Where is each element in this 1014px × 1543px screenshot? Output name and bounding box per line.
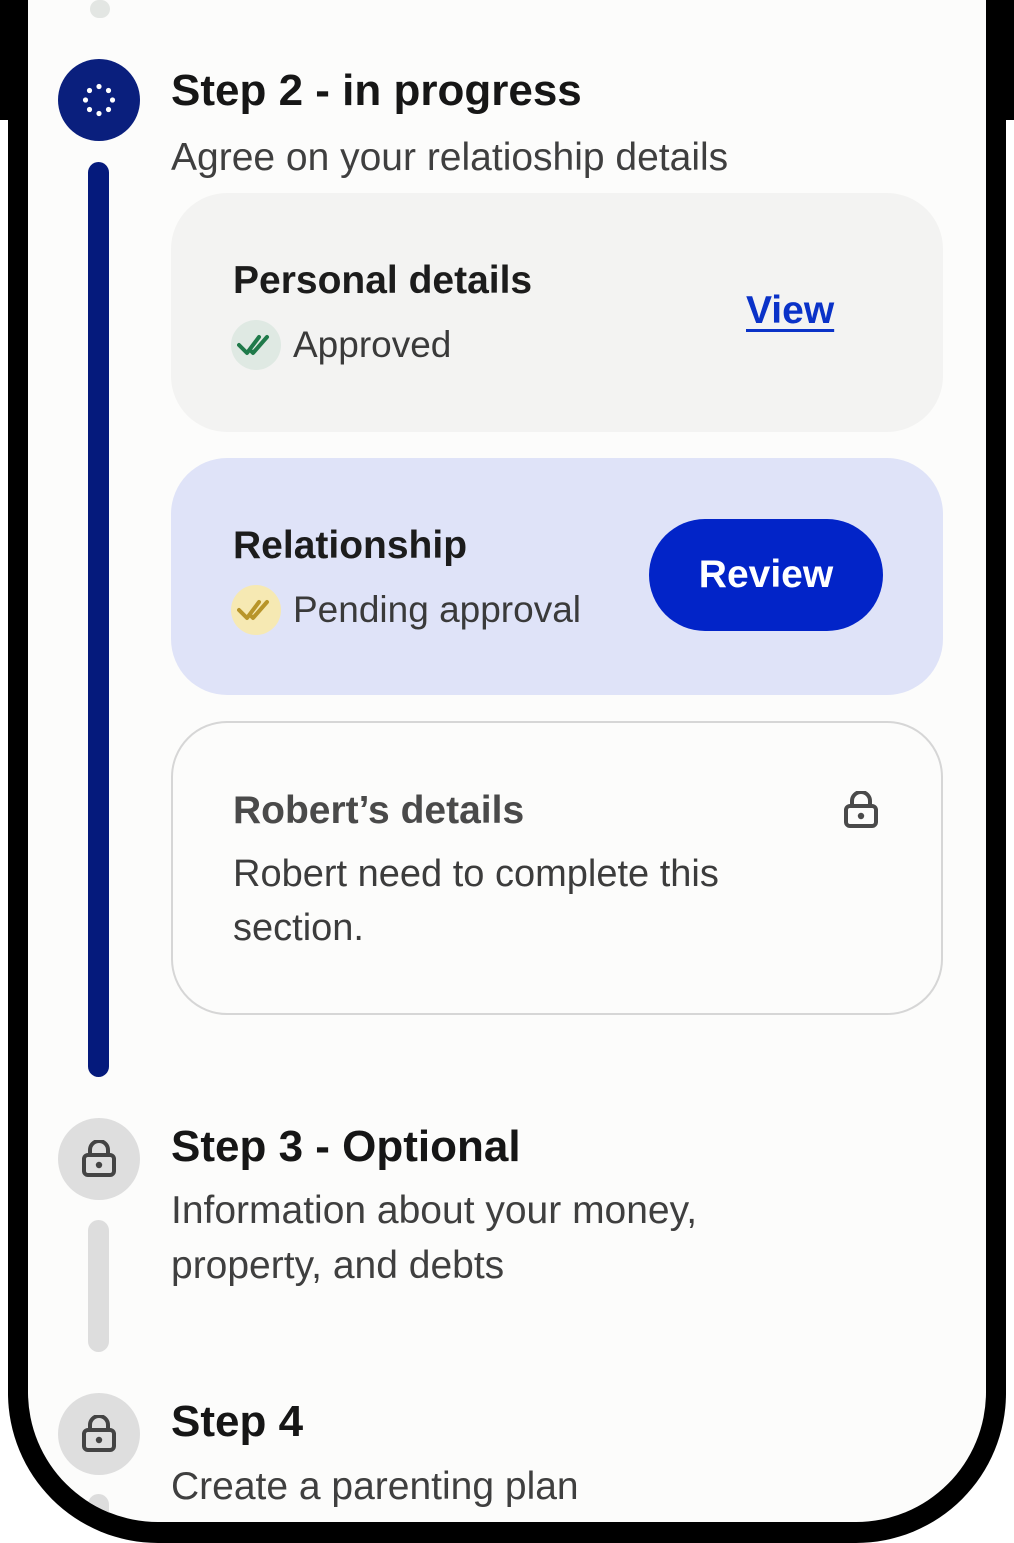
app-screen: Step 2 - in progress Agree on your relat… [28, 0, 986, 1522]
progress-spinner-icon [82, 83, 116, 117]
approved-status-label: Approved [293, 324, 452, 365]
view-personal-details-link[interactable]: View [746, 289, 834, 333]
timeline-connector-previous [90, 0, 110, 18]
timeline-connector-step3 [88, 1220, 109, 1352]
double-check-icon [231, 320, 281, 370]
personal-details-status: Approved [231, 320, 451, 370]
relationship-status: Pending approval [231, 585, 581, 635]
timeline-connector-step4 [88, 1494, 109, 1522]
roberts-details-card: Robert’s details Robert need to complete… [171, 721, 943, 1015]
lock-icon [843, 790, 879, 834]
lock-icon [82, 1140, 116, 1177]
personal-details-title: Personal details [233, 259, 533, 302]
lock-icon [82, 1415, 116, 1452]
pending-status-label: Pending approval [293, 589, 581, 630]
step3-title: Step 3 - Optional [171, 1122, 521, 1171]
step4-locked-indicator [58, 1393, 140, 1475]
relationship-title: Relationship [233, 524, 468, 567]
step2-title: Step 2 - in progress [171, 66, 582, 115]
double-check-icon [231, 585, 281, 635]
review-relationship-button[interactable]: Review [649, 519, 883, 631]
step4-title: Step 4 [171, 1397, 304, 1446]
roberts-details-message: Robert need to complete this section. [233, 853, 719, 949]
step2-subtitle: Agree on your relatioship details [171, 136, 729, 179]
personal-details-card: Personal details Approved View [171, 193, 943, 432]
roberts-details-title: Robert’s details [233, 789, 525, 832]
step3-locked-indicator [58, 1118, 140, 1200]
step4-subtitle: Create a parenting plan [171, 1465, 579, 1508]
step3-subtitle: Information about your money, property, … [171, 1189, 698, 1287]
timeline-connector-active [88, 162, 109, 1077]
step2-progress-indicator [58, 59, 140, 141]
